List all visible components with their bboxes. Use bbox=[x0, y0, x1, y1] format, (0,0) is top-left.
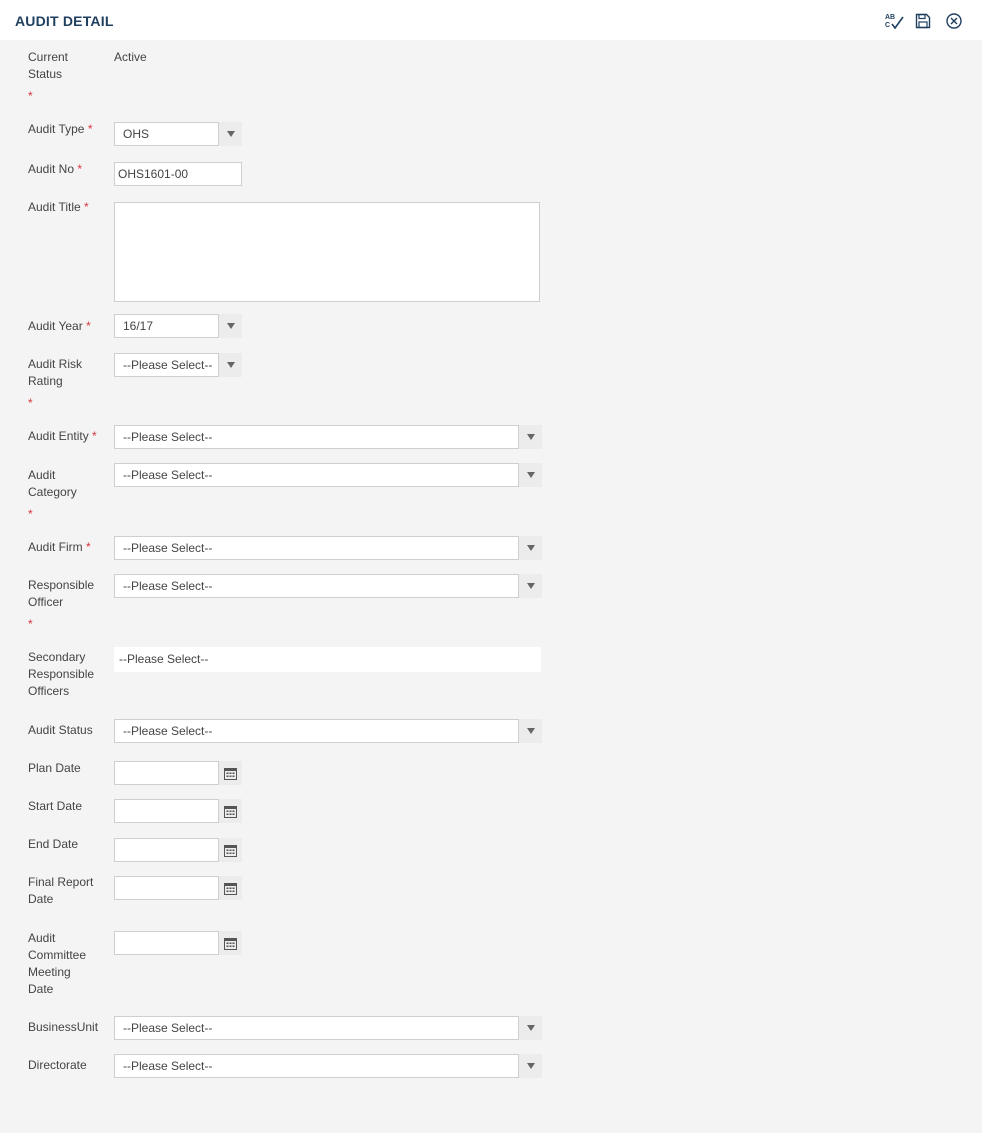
end-date-input[interactable] bbox=[114, 838, 219, 862]
audit-category-select[interactable]: --Please Select-- bbox=[114, 463, 519, 487]
chevron-down-icon bbox=[526, 545, 535, 551]
audit-year-select[interactable]: 16/17 bbox=[114, 314, 219, 338]
directorate-label: Directorate bbox=[28, 1058, 87, 1072]
audit-entity-dropdown-button[interactable] bbox=[519, 425, 542, 449]
required-marker: * bbox=[28, 617, 33, 631]
chevron-down-icon bbox=[526, 434, 535, 440]
audit-committee-meeting-date-input[interactable] bbox=[114, 931, 219, 955]
required-marker: * bbox=[84, 200, 89, 214]
audit-type-label-text: Audit Type bbox=[28, 122, 85, 136]
svg-text:AB: AB bbox=[885, 14, 895, 21]
svg-text:C: C bbox=[885, 22, 890, 29]
audit-year-label: Audit Year * bbox=[28, 318, 110, 335]
audit-committee-meeting-date-label: Audit Committee Meeting Date bbox=[28, 931, 87, 996]
business-unit-dropdown-button[interactable] bbox=[519, 1016, 542, 1040]
chevron-down-icon bbox=[526, 583, 535, 589]
responsible-officer-select[interactable]: --Please Select-- bbox=[114, 574, 519, 598]
final-report-date-input[interactable] bbox=[114, 876, 219, 900]
chevron-down-icon bbox=[226, 131, 235, 137]
business-unit-label: BusinessUnit bbox=[28, 1020, 99, 1034]
required-marker: * bbox=[87, 122, 93, 136]
chevron-down-icon bbox=[526, 472, 535, 478]
audit-risk-rating-label: Audit Risk Rating * bbox=[28, 356, 90, 416]
audit-no-label-text: Audit No bbox=[28, 162, 75, 176]
required-marker: * bbox=[28, 507, 33, 521]
calendar-icon bbox=[224, 844, 237, 857]
responsible-officer-label: Responsible Officer * bbox=[28, 577, 103, 637]
required-marker: * bbox=[28, 89, 33, 103]
end-date-calendar-button[interactable] bbox=[219, 838, 242, 862]
audit-category-label: Audit Category * bbox=[28, 467, 88, 527]
required-marker: * bbox=[86, 319, 91, 333]
save-icon[interactable] bbox=[914, 12, 934, 30]
final-report-date-label: Final Report Date bbox=[28, 875, 94, 906]
start-date-input[interactable] bbox=[114, 799, 219, 823]
chevron-down-icon bbox=[526, 1063, 535, 1069]
directorate-dropdown-button[interactable] bbox=[519, 1054, 542, 1078]
chevron-down-icon bbox=[526, 1025, 535, 1031]
required-marker: * bbox=[77, 162, 83, 176]
plan-date-calendar-button[interactable] bbox=[219, 761, 242, 785]
close-icon[interactable] bbox=[945, 12, 965, 30]
audit-firm-dropdown-button[interactable] bbox=[519, 536, 542, 560]
audit-risk-rating-dropdown-button[interactable] bbox=[219, 353, 242, 377]
end-date-label: End Date bbox=[28, 837, 79, 851]
audit-entity-select[interactable]: --Please Select-- bbox=[114, 425, 519, 449]
audit-status-select[interactable]: --Please Select-- bbox=[114, 719, 519, 743]
header-bar: AUDIT DETAIL AB C bbox=[0, 0, 982, 40]
calendar-icon bbox=[224, 767, 237, 780]
start-date-calendar-button[interactable] bbox=[219, 799, 242, 823]
audit-entity-label-text: Audit Entity bbox=[28, 429, 89, 443]
chevron-down-icon bbox=[226, 362, 235, 368]
audit-firm-label: Audit Firm * bbox=[28, 539, 110, 556]
audit-year-dropdown-button[interactable] bbox=[219, 314, 242, 338]
audit-risk-rating-select[interactable]: --Please Select-- bbox=[114, 353, 219, 377]
calendar-icon bbox=[224, 937, 237, 950]
current-status-label: Current Status * bbox=[28, 49, 88, 109]
secondary-responsible-officers-multiselect[interactable]: --Please Select-- bbox=[114, 647, 541, 672]
audit-risk-rating-label-text: Audit Risk Rating bbox=[28, 357, 83, 388]
responsible-officer-label-text: Responsible Officer bbox=[28, 578, 95, 609]
current-status-value: Active bbox=[114, 50, 147, 64]
calendar-icon bbox=[224, 882, 237, 895]
page-title: AUDIT DETAIL bbox=[15, 13, 114, 29]
audit-category-dropdown-button[interactable] bbox=[519, 463, 542, 487]
audit-type-dropdown-button[interactable] bbox=[219, 122, 242, 146]
audit-title-label: Audit Title * bbox=[28, 199, 110, 216]
spellcheck-icon[interactable]: AB C bbox=[884, 12, 904, 30]
audit-entity-label: Audit Entity * bbox=[28, 428, 110, 445]
calendar-icon bbox=[224, 805, 237, 818]
audit-no-input[interactable]: OHS1601-00 bbox=[114, 162, 242, 186]
chevron-down-icon bbox=[526, 728, 535, 734]
audit-category-label-text: Audit Category bbox=[28, 468, 77, 499]
directorate-select[interactable]: --Please Select-- bbox=[114, 1054, 519, 1078]
audit-status-label: Audit Status bbox=[28, 723, 93, 737]
secondary-responsible-officers-label: Secondary Responsible Officers bbox=[28, 650, 95, 698]
audit-year-label-text: Audit Year bbox=[28, 319, 83, 333]
plan-date-input[interactable] bbox=[114, 761, 219, 785]
audit-type-select[interactable]: OHS bbox=[114, 122, 219, 146]
required-marker: * bbox=[92, 429, 97, 443]
audit-title-textarea[interactable] bbox=[114, 202, 540, 302]
audit-status-dropdown-button[interactable] bbox=[519, 719, 542, 743]
audit-title-label-text: Audit Title bbox=[28, 200, 81, 214]
audit-committee-meeting-date-calendar-button[interactable] bbox=[219, 931, 242, 955]
audit-no-label: Audit No * bbox=[28, 161, 110, 178]
current-status-label-text: Current Status bbox=[28, 50, 69, 81]
audit-firm-select[interactable]: --Please Select-- bbox=[114, 536, 519, 560]
responsible-officer-dropdown-button[interactable] bbox=[519, 574, 542, 598]
chevron-down-icon bbox=[226, 323, 235, 329]
plan-date-label: Plan Date bbox=[28, 761, 81, 775]
final-report-date-calendar-button[interactable] bbox=[219, 876, 242, 900]
audit-type-label: Audit Type * bbox=[28, 121, 110, 138]
business-unit-select[interactable]: --Please Select-- bbox=[114, 1016, 519, 1040]
required-marker: * bbox=[86, 540, 91, 554]
required-marker: * bbox=[28, 396, 33, 410]
start-date-label: Start Date bbox=[28, 799, 83, 813]
audit-firm-label-text: Audit Firm bbox=[28, 540, 83, 554]
